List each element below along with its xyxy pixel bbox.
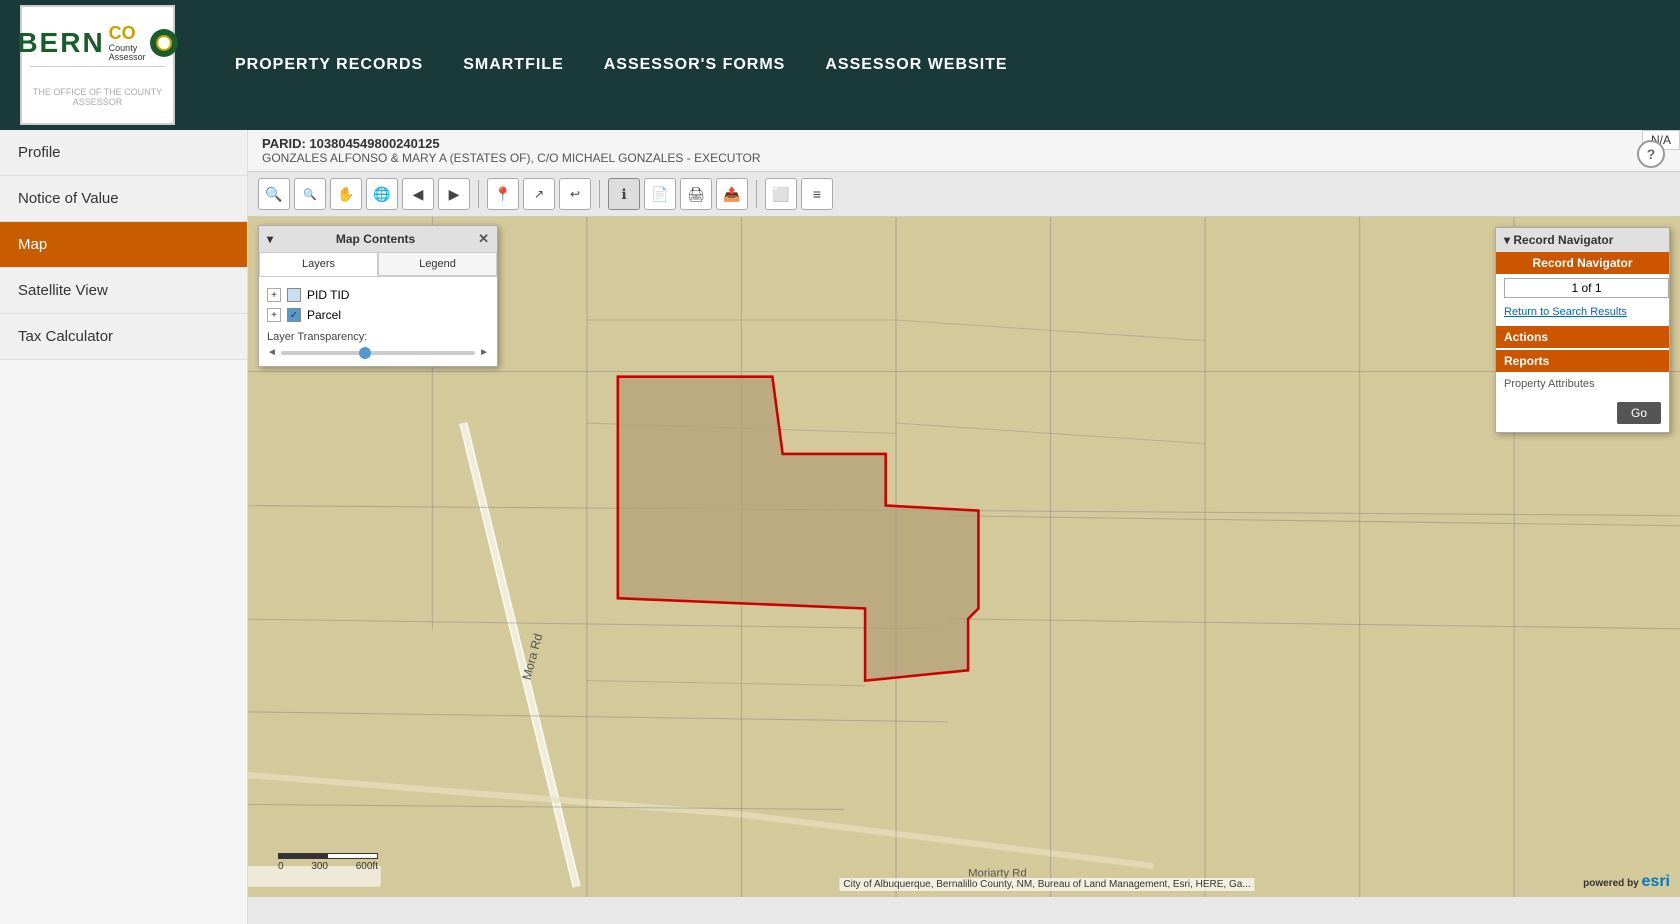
toolbar-separator-1: [478, 180, 479, 208]
layer-checkbox-pid-tid[interactable]: [287, 288, 301, 302]
property-parid: PARID: 103804549800240125: [262, 136, 1666, 151]
record-nav-input-row: [1496, 274, 1669, 302]
layer-label-parcel: Parcel: [307, 308, 341, 322]
layer-parcel: + Parcel: [267, 305, 489, 325]
tab-legend[interactable]: Legend: [378, 252, 497, 276]
tool-pan[interactable]: ✋: [330, 178, 362, 210]
tool-next-extent[interactable]: ▶: [438, 178, 470, 210]
sidebar-item-satellite-view[interactable]: Satellite View: [0, 268, 247, 314]
transparency-row: Layer Transparency:: [267, 325, 489, 347]
property-owner: GONZALES ALFONSO & MARY A (ESTATES OF), …: [262, 151, 1666, 165]
logo-circle: [150, 29, 178, 57]
scale-bar: 0 300 600ft: [278, 853, 378, 872]
actions-section[interactable]: Actions: [1496, 326, 1669, 348]
record-navigator-panel: ▾ Record Navigator Record Navigator Retu…: [1495, 227, 1670, 433]
sidebar-item-notice-of-value[interactable]: Notice of Value: [0, 176, 247, 222]
tool-prev-extent[interactable]: ◀: [402, 178, 434, 210]
property-attributes-link[interactable]: Property Attributes: [1496, 372, 1669, 396]
map-attribution: City of Albuquerque, Bernalillo County, …: [839, 878, 1254, 891]
logo-circle-inner: [156, 35, 172, 51]
map-container[interactable]: Mora Rd Moriarty Rd + − N: [248, 217, 1680, 897]
esri-logo: powered by esri: [1583, 873, 1670, 891]
nav-smartfile[interactable]: SMARTFILE: [463, 56, 564, 74]
map-contents-triangle: ▾: [267, 232, 273, 246]
main-content: Profile Notice of Value Map Satellite Vi…: [0, 130, 1680, 924]
return-to-search-link[interactable]: Return to Search Results: [1496, 302, 1669, 324]
transparency-slider-container: ◄ ►: [267, 347, 489, 358]
logo-bern: BERN: [17, 29, 104, 57]
record-nav-input[interactable]: [1504, 278, 1669, 298]
slider-right-arrow[interactable]: ►: [479, 347, 489, 358]
tool-measure[interactable]: ⬜: [765, 178, 797, 210]
record-navigator-header: ▾ Record Navigator: [1496, 228, 1669, 252]
slider-left-arrow[interactable]: ◄: [267, 347, 277, 358]
main-nav: PROPERTY RECORDS SMARTFILE ASSESSOR'S FO…: [235, 56, 1008, 74]
scale-600ft: 600ft: [356, 861, 378, 872]
sidebar-item-profile[interactable]: Profile: [0, 130, 247, 176]
map-contents-panel: ▾ Map Contents ✕ Layers Legend + PID TID: [258, 225, 498, 367]
layer-label-pid-tid: PID TID: [307, 288, 349, 302]
logo-name: Damian R. Lara: [59, 75, 136, 87]
tool-zoom-out[interactable]: 🔍: [294, 178, 326, 210]
tab-layers[interactable]: Layers: [259, 252, 378, 276]
tool-zoom-in[interactable]: 🔍: [258, 178, 290, 210]
esri-text: esri: [1642, 873, 1670, 890]
tool-select[interactable]: ↗: [523, 178, 555, 210]
scale-labels: 0 300 600ft: [278, 861, 378, 872]
record-navigator-title-bar: Record Navigator: [1496, 252, 1669, 274]
panel-body: + PID TID + Parcel Layer Transparency:: [259, 277, 497, 366]
go-btn-row: Go: [1496, 396, 1669, 432]
tool-layers[interactable]: ≡: [801, 178, 833, 210]
scale-300: 300: [311, 861, 328, 872]
sidebar-item-map[interactable]: Map: [0, 222, 247, 268]
layer-expand-parcel[interactable]: +: [267, 308, 281, 322]
layer-pid-tid: + PID TID: [267, 285, 489, 305]
layer-expand-pid-tid[interactable]: +: [267, 288, 281, 302]
reports-section[interactable]: Reports: [1496, 350, 1669, 372]
layer-checkbox-parcel[interactable]: [287, 308, 301, 322]
map-area: PARID: 103804549800240125 GONZALES ALFON…: [248, 130, 1680, 924]
tool-print1[interactable]: 📄: [644, 178, 676, 210]
logo-assessor: Assessor: [109, 53, 146, 62]
scale-0: 0: [278, 861, 284, 872]
tool-deselect[interactable]: ↩: [559, 178, 591, 210]
toolbar-separator-3: [756, 180, 757, 208]
sidebar: Profile Notice of Value Map Satellite Vi…: [0, 130, 248, 924]
nav-assessors-forms[interactable]: ASSESSOR'S FORMS: [604, 56, 786, 74]
map-contents-close[interactable]: ✕: [478, 231, 489, 247]
tool-print2[interactable]: 🖨: [680, 178, 712, 210]
help-button[interactable]: ?: [1637, 140, 1665, 168]
nav-assessor-website[interactable]: ASSESSOR WEBSITE: [825, 56, 1007, 74]
tool-identify[interactable]: ℹ: [608, 178, 640, 210]
map-contents-header: ▾ Map Contents ✕: [259, 226, 497, 252]
slider-track[interactable]: [281, 351, 475, 355]
tool-bookmark[interactable]: 📍: [487, 178, 519, 210]
toolbar-separator-2: [599, 180, 600, 208]
property-bar: PARID: 103804549800240125 GONZALES ALFON…: [248, 130, 1680, 172]
tool-export[interactable]: 📤: [716, 178, 748, 210]
app-header: BERN CO County Assessor Damian R. Lara T…: [0, 0, 1680, 130]
go-button[interactable]: Go: [1617, 402, 1661, 424]
scale-bar-line: [278, 853, 378, 859]
toolbar: 🔍 🔍 ✋ 🌐 ◀ ▶ 📍 ↗ ↩ ℹ 📄 🖨 📤 ⬜ ≡: [248, 172, 1680, 217]
transparency-label: Layer Transparency:: [267, 331, 367, 343]
map-contents-title: Map Contents: [336, 232, 415, 246]
logo-co: CO: [109, 23, 136, 44]
panel-tabs: Layers Legend: [259, 252, 497, 277]
logo-title: THE OFFICE OF THE COUNTY ASSESSOR: [22, 87, 173, 107]
tool-globe[interactable]: 🌐: [366, 178, 398, 210]
slider-handle[interactable]: [359, 347, 371, 359]
sidebar-item-tax-calculator[interactable]: Tax Calculator: [0, 314, 247, 360]
nav-property-records[interactable]: PROPERTY RECORDS: [235, 56, 423, 74]
logo: BERN CO County Assessor Damian R. Lara T…: [20, 5, 175, 125]
